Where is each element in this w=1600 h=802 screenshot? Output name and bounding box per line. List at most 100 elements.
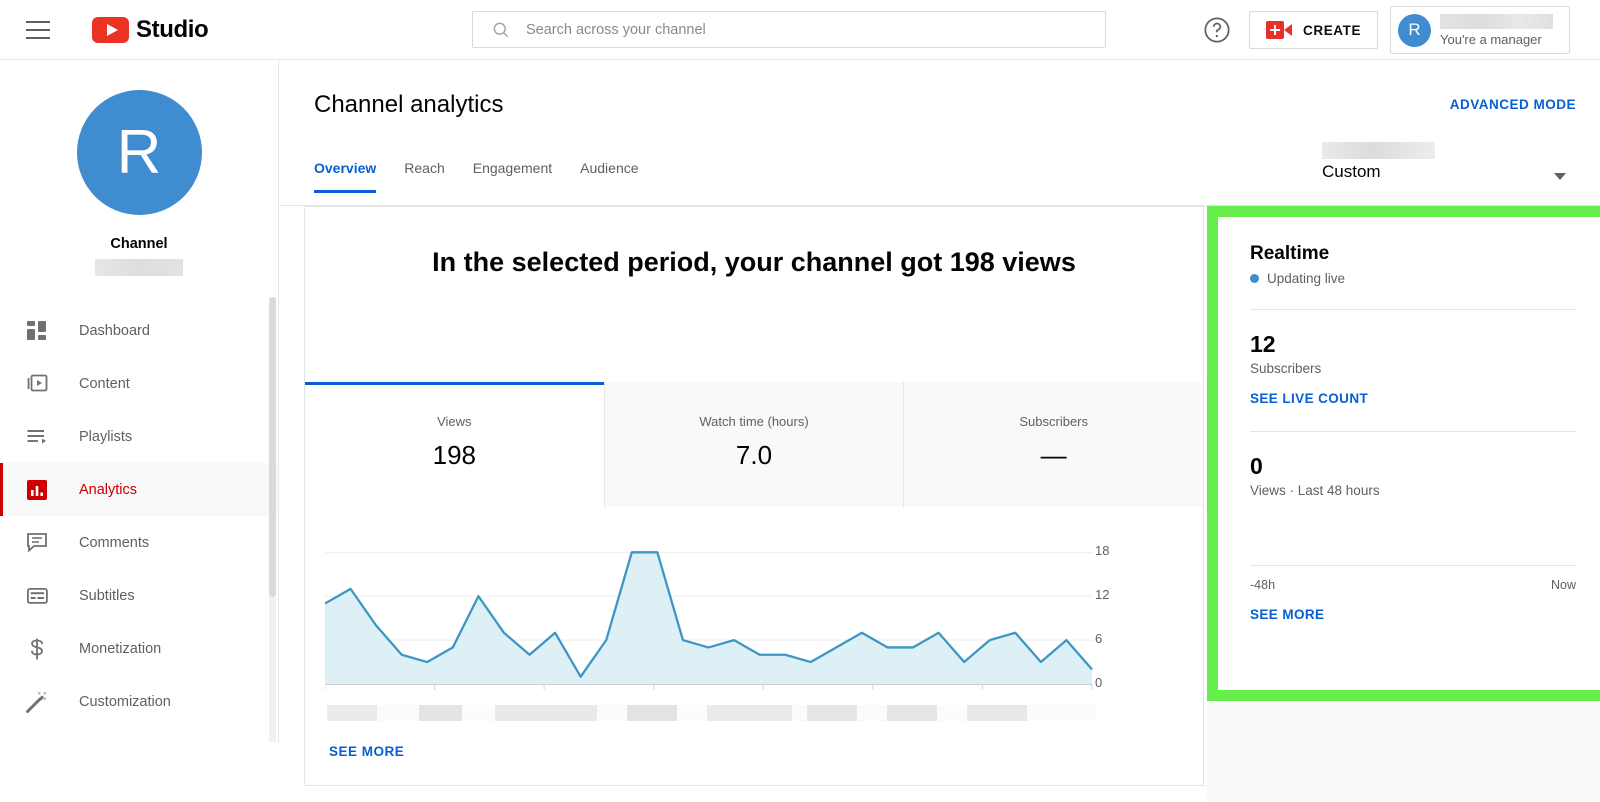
views-area-chart-svg <box>325 537 1100 702</box>
advanced-mode-link[interactable]: ADVANCED MODE <box>1450 97 1576 112</box>
chart-see-more-link[interactable]: SEE MORE <box>329 744 404 759</box>
right-column-background <box>1207 701 1600 802</box>
search-bar[interactable] <box>472 11 1106 48</box>
analytics-bar-icon <box>25 478 49 502</box>
subtitles-icon <box>25 584 49 608</box>
metric-card-views[interactable]: Views 198 <box>305 382 604 507</box>
sidebar: R Channel Dashboard Content <box>0 60 279 742</box>
realtime-axis-end: Now <box>1551 578 1576 592</box>
x-axis-labels-redacted <box>327 705 1097 721</box>
account-chip[interactable]: R You're a manager <box>1390 6 1570 54</box>
divider <box>1250 309 1576 310</box>
metric-value: — <box>904 440 1203 471</box>
channel-name-redacted <box>95 259 183 276</box>
search-icon <box>491 20 511 40</box>
help-circle-icon[interactable] <box>1203 16 1231 44</box>
tab-overview[interactable]: Overview <box>300 160 390 193</box>
metric-card-watch-time[interactable]: Watch time (hours) 7.0 <box>604 382 904 507</box>
realtime-subscribers-count: 12 <box>1250 331 1600 358</box>
search-input[interactable] <box>526 22 1105 38</box>
sidebar-item-subtitles[interactable]: Subtitles <box>0 569 278 622</box>
sidebar-item-label: Analytics <box>79 482 137 498</box>
sidebar-item-customization[interactable]: × × × Customization <box>0 675 278 728</box>
y-axis-tick: 6 <box>1095 631 1102 646</box>
realtime-subscribers-label: Subscribers <box>1250 361 1600 376</box>
date-range-value: Custom <box>1322 162 1566 182</box>
hamburger-icon[interactable] <box>26 21 50 39</box>
sidebar-item-content[interactable]: Content <box>0 357 278 410</box>
tab-engagement[interactable]: Engagement <box>459 160 566 193</box>
page-title: Channel analytics <box>314 91 503 119</box>
svg-text:×: × <box>43 697 47 703</box>
studio-logo[interactable]: Studio <box>92 16 208 44</box>
playlists-icon <box>25 425 49 449</box>
date-range-selector[interactable]: Custom <box>1306 142 1566 182</box>
realtime-live-status: Updating live <box>1250 271 1600 286</box>
sidebar-nav: Dashboard Content Playlists <box>0 304 278 728</box>
realtime-axis: -48h Now <box>1250 578 1576 592</box>
realtime-see-more-link[interactable]: SEE MORE <box>1250 607 1324 622</box>
video-camera-plus-icon <box>1266 21 1292 39</box>
y-axis-tick: 12 <box>1095 587 1109 602</box>
sidebar-item-label: Dashboard <box>79 323 150 339</box>
sidebar-item-label: Monetization <box>79 641 161 657</box>
channel-avatar: R <box>77 90 202 215</box>
top-header: Studio CREATE R You're a manager <box>0 0 1600 60</box>
realtime-views-count: 0 <box>1250 453 1600 480</box>
svg-text:×: × <box>38 691 42 697</box>
content-video-icon <box>25 372 49 396</box>
metric-label: Views <box>305 414 604 429</box>
divider <box>1250 565 1576 566</box>
realtime-axis-start: -48h <box>1250 578 1275 592</box>
dollar-sign-icon <box>25 637 49 661</box>
tab-audience[interactable]: Audience <box>566 160 652 193</box>
youtube-play-icon <box>92 17 129 43</box>
sidebar-item-label: Customization <box>79 694 171 710</box>
y-axis-tick: 18 <box>1095 543 1109 558</box>
comments-icon <box>25 531 49 555</box>
dashboard-icon <box>25 319 49 343</box>
avatar: R <box>1398 14 1431 47</box>
see-live-count-link[interactable]: SEE LIVE COUNT <box>1250 391 1368 406</box>
main-content: Channel analytics ADVANCED MODE Overview… <box>280 60 1600 742</box>
sidebar-item-playlists[interactable]: Playlists <box>0 410 278 463</box>
tab-reach[interactable]: Reach <box>390 160 458 193</box>
magic-wand-icon: × × × <box>25 690 49 714</box>
create-button-label: CREATE <box>1303 23 1361 38</box>
channel-label: Channel <box>110 236 167 252</box>
live-dot-icon <box>1250 274 1259 283</box>
sidebar-scrollbar-thumb[interactable] <box>269 297 276 597</box>
create-button[interactable]: CREATE <box>1249 11 1378 49</box>
sidebar-item-monetization[interactable]: Monetization <box>0 622 278 675</box>
realtime-card: Realtime Updating live 12 Subscribers SE… <box>1218 217 1600 690</box>
metric-card-subscribers[interactable]: Subscribers — <box>903 382 1203 507</box>
metric-label: Watch time (hours) <box>605 414 904 429</box>
metric-value: 7.0 <box>605 440 904 471</box>
metric-value: 198 <box>305 440 604 471</box>
sidebar-item-comments[interactable]: Comments <box>0 516 278 569</box>
brand-label: Studio <box>136 16 208 44</box>
sidebar-channel-block[interactable]: R Channel <box>0 60 278 276</box>
sidebar-item-analytics[interactable]: Analytics <box>0 463 278 516</box>
date-range-redacted <box>1322 142 1435 159</box>
sidebar-item-label: Comments <box>79 535 149 551</box>
sidebar-item-label: Content <box>79 376 130 392</box>
metric-cards: Views 198 Watch time (hours) 7.0 Subscri… <box>305 382 1203 507</box>
overview-card: In the selected period, your channel got… <box>304 206 1204 786</box>
metric-label: Subscribers <box>904 414 1203 429</box>
sidebar-item-label: Playlists <box>79 429 132 445</box>
realtime-title: Realtime <box>1250 243 1600 265</box>
realtime-highlight-border: Realtime Updating live 12 Subscribers SE… <box>1207 206 1600 701</box>
realtime-live-label: Updating live <box>1267 271 1345 286</box>
account-name-redacted <box>1440 14 1553 29</box>
y-axis-tick: 0 <box>1095 675 1102 690</box>
realtime-views-label: Views · Last 48 hours <box>1250 483 1600 498</box>
account-role-label: You're a manager <box>1440 32 1553 47</box>
divider <box>1250 431 1576 432</box>
overview-headline: In the selected period, your channel got… <box>305 247 1203 278</box>
views-chart[interactable]: 18 12 6 0 <box>305 537 1203 727</box>
sidebar-item-dashboard[interactable]: Dashboard <box>0 304 278 357</box>
sidebar-item-label: Subtitles <box>79 588 135 604</box>
analytics-tabs: Overview Reach Engagement Audience <box>314 160 653 193</box>
chevron-down-icon[interactable] <box>1554 173 1566 180</box>
